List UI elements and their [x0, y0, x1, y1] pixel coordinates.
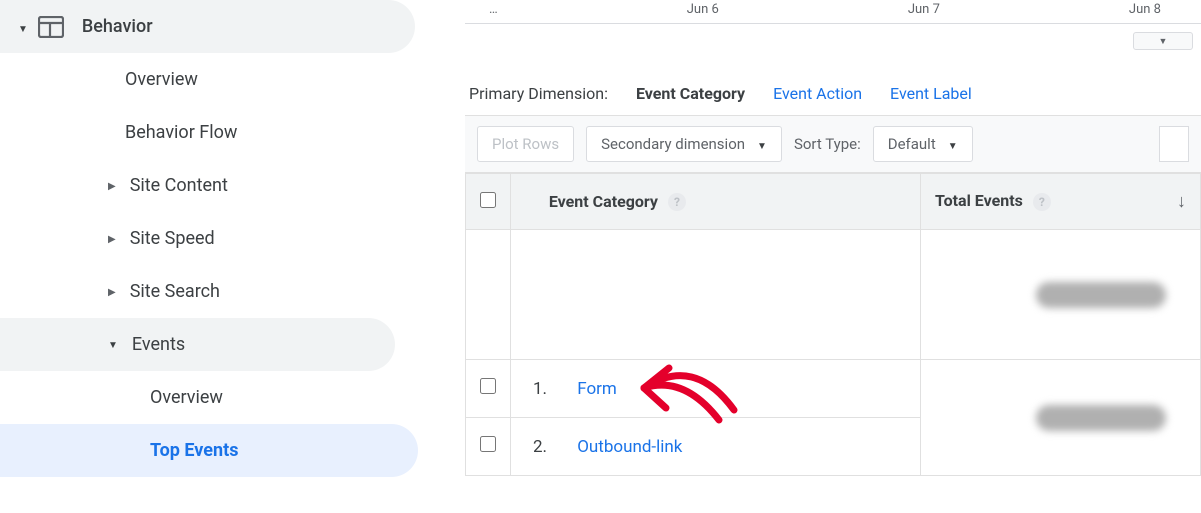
nav-events-overview[interactable]: Overview [0, 371, 395, 424]
chevron-right-icon [108, 285, 116, 298]
chevron-right-icon [108, 179, 116, 192]
help-icon[interactable] [1033, 193, 1051, 211]
dimension-event-label[interactable]: Event Label [890, 84, 972, 103]
chevron-down-icon [108, 338, 118, 351]
table-toolbar: Plot Rows Secondary dimension Sort Type:… [465, 115, 1201, 173]
event-category-link[interactable]: Form [577, 379, 617, 399]
nav-events[interactable]: Events [0, 318, 395, 371]
nav-behavior-label: Behavior [82, 16, 153, 37]
sort-type-dropdown[interactable]: Default [873, 126, 973, 162]
summary-row [466, 230, 1201, 360]
row-number: 1. [525, 379, 555, 399]
col-header-total-events[interactable]: Total Events ↓ [921, 174, 1201, 230]
table-search-input[interactable] [1159, 126, 1189, 162]
chevron-down-icon [18, 16, 28, 37]
chevron-down-icon [757, 135, 767, 153]
date-axis-start: … [469, 2, 498, 17]
chevron-right-icon [108, 232, 116, 245]
sort-descending-icon: ↓ [1177, 191, 1186, 212]
nav-site-speed-label: Site Speed [130, 228, 215, 249]
sort-type-label: Sort Type: [794, 135, 861, 153]
sort-type-value: Default [888, 135, 936, 153]
nav-site-content[interactable]: Site Content [0, 159, 395, 212]
sidebar: Behavior Overview Behavior Flow Site Con… [0, 0, 430, 513]
event-category-link[interactable]: Outbound-link [577, 437, 682, 457]
plot-rows-label: Plot Rows [492, 135, 559, 153]
redacted-value [1036, 405, 1166, 431]
chevron-down-icon [948, 135, 958, 153]
row-checkbox[interactable] [480, 436, 496, 452]
nav-site-search[interactable]: Site Search [0, 265, 395, 318]
select-all-checkbox[interactable] [480, 192, 496, 208]
main-content: … Jun 6 Jun 7 Jun 8 Primary Dimension: E… [465, 0, 1201, 476]
nav-events-overview-label: Overview [150, 387, 223, 408]
nav-site-speed[interactable]: Site Speed [0, 212, 395, 265]
date-axis-tick: Jun 6 [687, 2, 719, 17]
redacted-value [1036, 282, 1166, 308]
nav-top-events-label: Top Events [150, 440, 238, 461]
nav-behavior-flow[interactable]: Behavior Flow [0, 106, 395, 159]
secondary-dimension-dropdown[interactable]: Secondary dimension [586, 126, 782, 162]
chart-pager-button[interactable] [1133, 32, 1193, 50]
nav-behavior[interactable]: Behavior [0, 0, 415, 53]
dimension-event-action[interactable]: Event Action [773, 84, 862, 103]
col-header-checkbox [466, 174, 511, 230]
nav-top-events[interactable]: Top Events [0, 424, 418, 477]
col-header-event-category[interactable]: Event Category [511, 174, 921, 230]
behavior-icon [38, 16, 64, 38]
secondary-dimension-label: Secondary dimension [601, 135, 745, 153]
row-checkbox[interactable] [480, 378, 496, 394]
plot-rows-button[interactable]: Plot Rows [477, 126, 574, 162]
table-row: 1. Form [466, 360, 1201, 418]
col-header-total-events-label: Total Events [935, 191, 1023, 210]
nav-overview[interactable]: Overview [0, 53, 395, 106]
nav-overview-label: Overview [125, 69, 198, 90]
date-axis-tick: Jun 8 [1129, 2, 1161, 17]
col-header-event-category-label: Event Category [549, 192, 658, 211]
nav-behavior-flow-label: Behavior Flow [125, 122, 237, 143]
row-number: 2. [525, 437, 555, 457]
date-axis-tick: Jun 7 [908, 2, 940, 17]
nav-site-search-label: Site Search [130, 281, 220, 302]
primary-dimension-row: Primary Dimension: Event Category Event … [465, 84, 1201, 115]
nav-site-content-label: Site Content [130, 175, 228, 196]
events-table: Event Category Total Events ↓ 1. [465, 173, 1201, 476]
dimension-event-category[interactable]: Event Category [636, 84, 745, 103]
help-icon[interactable] [668, 193, 686, 211]
primary-dimension-label: Primary Dimension: [469, 84, 608, 103]
date-axis: … Jun 6 Jun 7 Jun 8 [465, 0, 1201, 24]
nav-events-label: Events [132, 334, 185, 355]
